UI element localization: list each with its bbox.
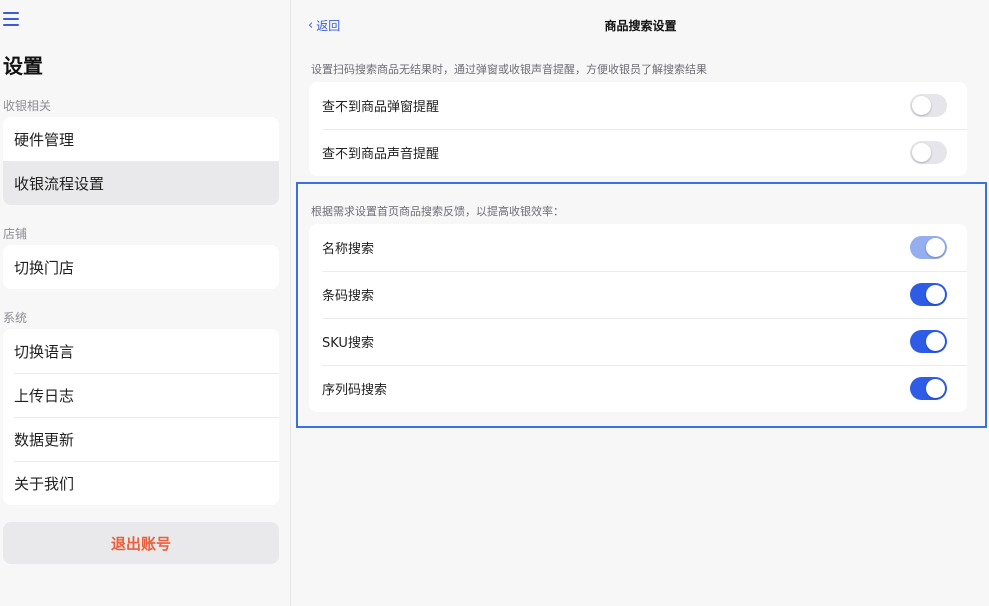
setting-label: SKU搜索 <box>322 336 374 351</box>
serial-search-toggle[interactable] <box>910 377 947 400</box>
setting-row-barcode-search: 条码搜索 <box>309 271 967 318</box>
sku-search-toggle[interactable] <box>910 330 947 353</box>
setting-label: 名称搜索 <box>322 242 375 257</box>
sidebar: 设置 收银相关 硬件管理 收银流程设置 店铺 切换门店 系统 切换语言 上传日志… <box>0 0 291 606</box>
sidebar-item-about[interactable]: 关于我们 <box>3 461 279 505</box>
sidebar-group-system: 切换语言 上传日志 数据更新 关于我们 <box>3 329 279 505</box>
barcode-search-toggle[interactable] <box>910 283 947 306</box>
card-search-feedback: 名称搜索 条码搜索 SKU搜索 序列码搜索 <box>309 224 967 412</box>
chevron-left-icon: ‹ <box>308 18 314 33</box>
name-search-toggle[interactable] <box>910 236 947 259</box>
back-button[interactable]: ‹ 返回 <box>308 17 340 34</box>
hamburger-icon[interactable] <box>3 12 19 26</box>
hint-not-found: 设置扫码搜索商品无结果时，通过弹窗或收银声音提醒，方便收银员了解搜索结果 <box>311 63 707 76</box>
setting-row-sku-search: SKU搜索 <box>309 318 967 365</box>
setting-label: 序列码搜索 <box>322 383 388 398</box>
section-label-store: 店铺 <box>3 227 28 241</box>
back-label: 返回 <box>316 19 341 33</box>
sidebar-item-switch-store[interactable]: 切换门店 <box>3 245 279 289</box>
card-not-found-alerts: 查不到商品弹窗提醒 查不到商品声音提醒 <box>309 82 967 176</box>
sidebar-group-cashier: 硬件管理 收银流程设置 <box>3 117 279 205</box>
sidebar-item-upload-log[interactable]: 上传日志 <box>3 373 279 417</box>
popup-alert-toggle[interactable] <box>910 94 947 117</box>
sidebar-title: 设置 <box>3 54 43 78</box>
hint-search-feedback: 根据需求设置首页商品搜索反馈，以提高收银效率： <box>311 205 564 218</box>
main-panel: 商品搜索设置 ‹ 返回 设置扫码搜索商品无结果时，通过弹窗或收银声音提醒，方便收… <box>292 0 989 606</box>
sidebar-group-store: 切换门店 <box>3 245 279 289</box>
sidebar-item-hardware[interactable]: 硬件管理 <box>3 117 279 161</box>
setting-label: 条码搜索 <box>322 289 375 304</box>
logout-button[interactable]: 退出账号 <box>3 522 279 564</box>
setting-row-serial-search: 序列码搜索 <box>309 365 967 412</box>
section-label-system: 系统 <box>3 311 28 325</box>
setting-row-name-search: 名称搜索 <box>309 224 967 271</box>
sidebar-item-language[interactable]: 切换语言 <box>3 329 279 373</box>
sidebar-item-checkout-flow[interactable]: 收银流程设置 <box>3 161 279 205</box>
setting-row-popup-alert: 查不到商品弹窗提醒 <box>309 82 967 129</box>
setting-label: 查不到商品弹窗提醒 <box>322 100 440 115</box>
section-label-cashier: 收银相关 <box>3 99 52 113</box>
page-title: 商品搜索设置 <box>604 19 677 33</box>
sound-alert-toggle[interactable] <box>910 141 947 164</box>
sidebar-item-data-update[interactable]: 数据更新 <box>3 417 279 461</box>
setting-row-sound-alert: 查不到商品声音提醒 <box>309 129 967 176</box>
setting-label: 查不到商品声音提醒 <box>322 147 440 162</box>
